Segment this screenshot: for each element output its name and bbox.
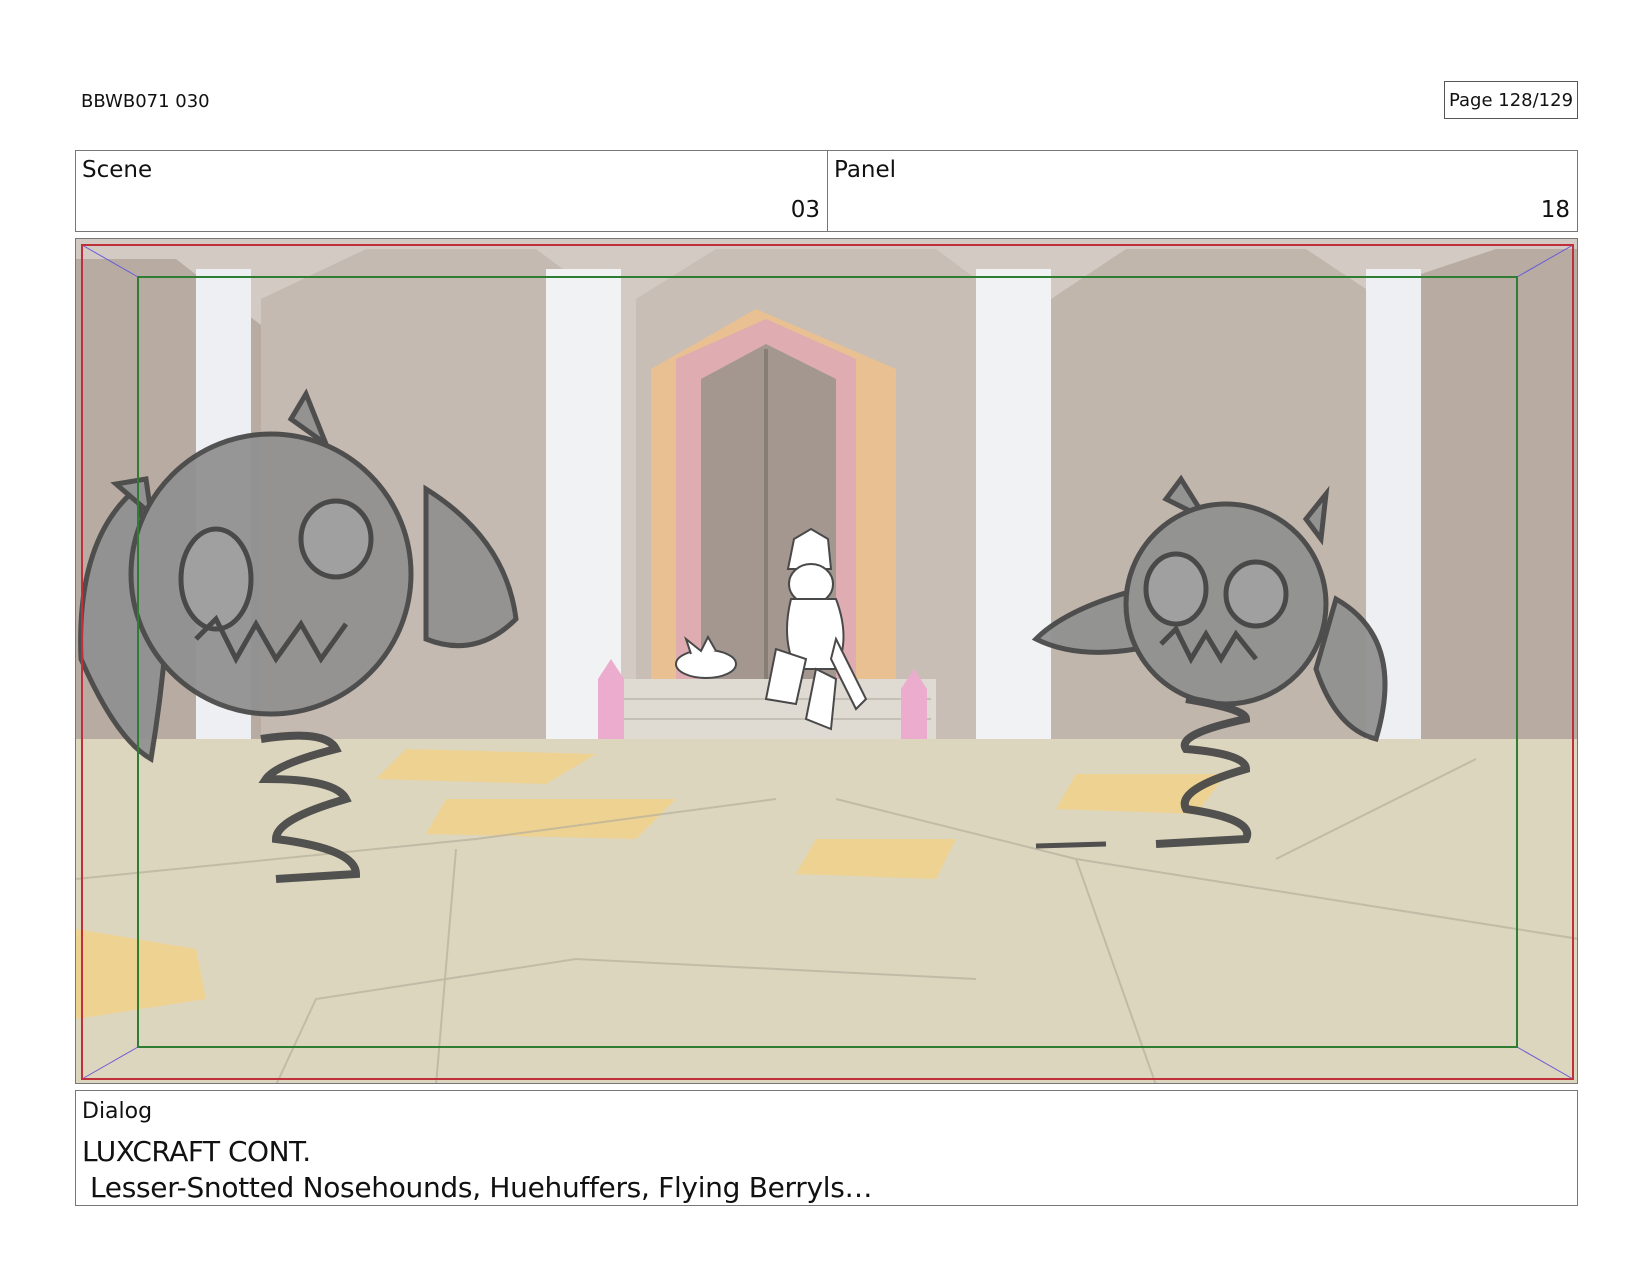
production-id: BBWB071 030: [81, 91, 210, 112]
panel-label: Panel: [834, 157, 897, 183]
panel-cell: Panel 18: [828, 151, 1577, 231]
scene-panel-table: Scene 03 Panel 18: [75, 150, 1578, 232]
dialog-speaker: LUXCRAFT CONT.: [82, 1135, 311, 1168]
scene-cell: Scene 03: [76, 151, 828, 231]
dialog-box: Dialog LUXCRAFT CONT. Lesser-Snotted Nos…: [75, 1090, 1578, 1206]
page-number: Page 128/129: [1444, 81, 1578, 119]
dialog-line: Lesser-Snotted Nosehounds, Huehuffers, F…: [90, 1171, 873, 1204]
scene-label: Scene: [82, 157, 153, 183]
dialog-label: Dialog: [82, 1099, 153, 1124]
storyboard-drawing: [76, 239, 1577, 1083]
storyboard-frame: [75, 238, 1578, 1084]
scene-number: 03: [790, 197, 820, 223]
panel-number: 18: [1540, 197, 1570, 223]
